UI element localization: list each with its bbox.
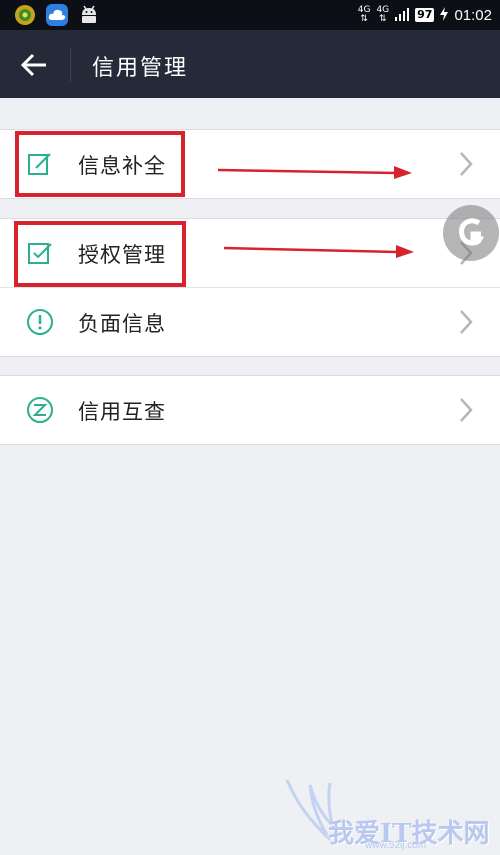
charging-icon <box>440 6 449 24</box>
menu-item-mutual-check[interactable]: 信用互查 <box>0 376 500 444</box>
chevron-right-icon <box>460 310 473 334</box>
menu-item-label: 信用互查 <box>78 400 166 424</box>
android-icon <box>78 4 100 26</box>
network-indicator-1: 4G ⇅ <box>357 5 371 24</box>
alert-circle-icon <box>27 309 53 335</box>
network-indicator-2: 4G ⇅ <box>376 5 390 24</box>
menu-item-label: 授权管理 <box>78 243 166 267</box>
watermark-url: www.52ij.com <box>365 840 427 851</box>
status-notifications <box>14 4 100 26</box>
menu-group-2: 授权管理 负面信息 <box>0 218 500 357</box>
battery-level: 97 <box>415 8 435 22</box>
page-title: 信用管理 <box>92 56 189 81</box>
menu-item-label: 信息补全 <box>78 154 166 178</box>
menu-item-info-complete[interactable]: 信息补全 <box>0 130 500 198</box>
menu-item-authorization[interactable]: 授权管理 <box>0 219 500 287</box>
status-bar: 4G ⇅ 4G ⇅ 97 01:02 <box>0 0 500 30</box>
chevron-right-icon <box>460 398 473 422</box>
status-indicators: 4G ⇅ 4G ⇅ 97 01:02 <box>358 0 492 30</box>
menu-item-label: 负面信息 <box>78 312 166 336</box>
app-header: 信用管理 <box>0 30 500 98</box>
app-notification-icon <box>14 4 36 26</box>
menu-group-3: 信用互查 <box>0 375 500 445</box>
back-button[interactable] <box>18 50 52 80</box>
clock: 01:02 <box>454 6 492 24</box>
chevron-right-icon <box>460 152 473 176</box>
menu-item-negative-info[interactable]: 负面信息 <box>0 287 500 356</box>
floating-assistant-button[interactable] <box>443 205 499 261</box>
arrow-left-icon <box>20 53 46 77</box>
assistant-icon <box>459 218 485 246</box>
header-divider <box>70 48 71 82</box>
menu-group-1: 信息补全 <box>0 129 500 199</box>
checkbox-icon <box>28 243 52 264</box>
cloud-icon <box>46 4 68 26</box>
signal-icon <box>395 7 410 24</box>
mutual-check-icon <box>27 397 53 423</box>
edit-icon <box>28 153 51 175</box>
